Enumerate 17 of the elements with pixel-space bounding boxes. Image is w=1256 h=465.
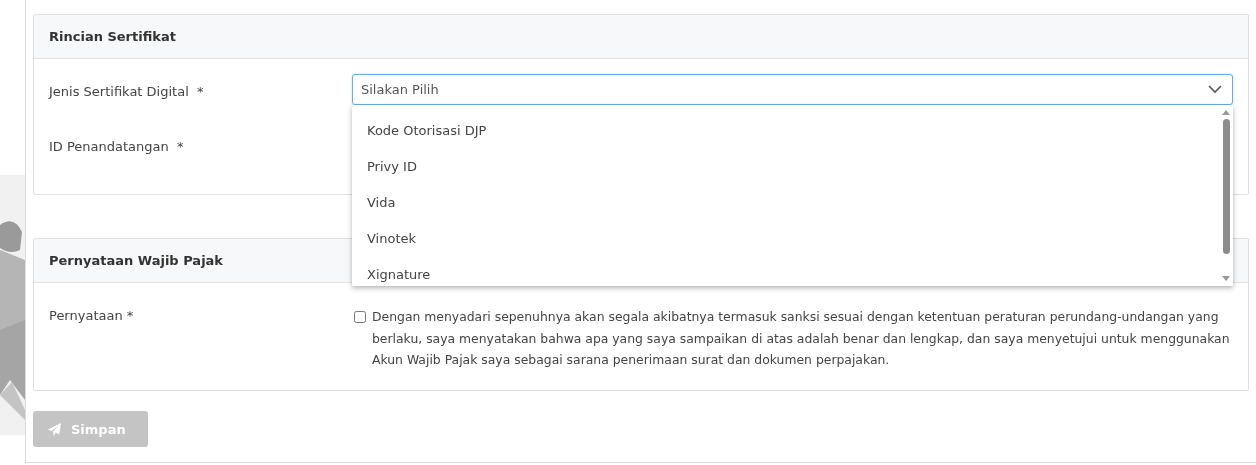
section-title: Rincian Sertifikat [49,29,176,44]
chevron-down-icon [1208,85,1222,94]
send-icon [47,421,62,437]
dropdown-option[interactable]: Kode Otorisasi DJP [352,113,1219,149]
dropdown-option[interactable]: Xignature [352,257,1219,286]
dropdown-option[interactable]: Vida [352,185,1219,221]
field-label: Jenis Sertifikat Digital * [49,83,205,101]
scroll-up-icon[interactable] [1222,109,1230,115]
select-field[interactable]: Silakan Pilih [352,74,1233,105]
section-title: Pernyataan Wajib Pajak [49,253,223,268]
field-label: Pernyataan * [49,307,135,325]
scroll-down-icon[interactable] [1222,276,1230,282]
checkbox[interactable] [354,311,366,323]
dropdown-option[interactable]: Vinotek [352,221,1219,257]
field-label: ID Penandatangan * [49,138,185,156]
dropdown-option[interactable]: Privy ID [352,149,1219,185]
statement-text: Dengan menyadari sepenuhnya akan segala akibatnya termasuk sanksi sesuai dengan ketentuan peraturan perundang-undangan yang berlaku, saya menyatakan bahwa apa yang saya sampaikan di atas adalah benar dan lengkap, dan saya menyetujui untuk menggunakan Akun Wajib Pajak saya sebagai sarana penerimaan surat dan dokumen perpajakan. [372,308,1231,369]
